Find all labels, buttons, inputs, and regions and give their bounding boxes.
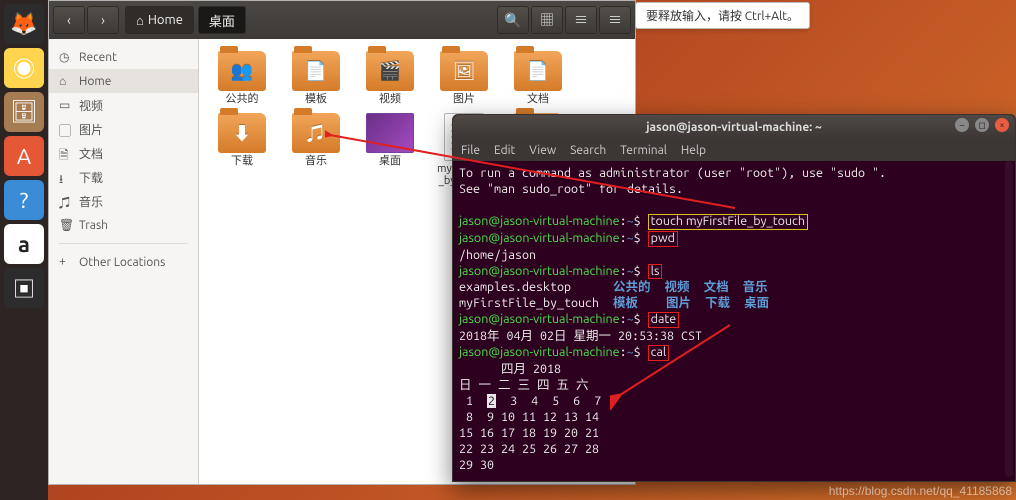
music-icon: ♫ [59,194,73,208]
nautilus-sidebar: ◷ Recent ⌂ Home ▭ 视频 ▢ 图片 🗎 文档 ⭳ 下载 ♫ 音乐 🗑 Trash… [49,39,199,484]
launcher-help-icon[interactable]: ? [4,180,44,220]
launcher-files-icon[interactable]: 🗄 [4,92,44,132]
sidebar-label: 视频 [79,97,103,114]
path-desktop[interactable]: 桌面 [198,6,246,34]
ime-tooltip-text: 要释放输入，请按 Ctrl+Alt。 [646,10,799,23]
sidebar-item-home[interactable]: ⌂ Home [49,69,198,93]
folder-icon: ♫ [292,113,340,153]
sidebar-label: 音乐 [79,193,103,210]
download-icon: ⭳ [59,170,73,184]
clock-icon: ◷ [59,50,73,64]
folder-icon: ⬇ [218,113,266,153]
file-item[interactable]: ♫ 音乐 [281,113,351,187]
terminal-titlebar[interactable]: jason@jason-virtual-machine: ~ – ◻ × [453,115,1015,139]
picture-icon: ▢ [59,122,73,136]
unity-launcher: 🦊 ◉ 🗄 A ? a ▣ [0,0,48,500]
path-home-label: Home [148,13,183,27]
folder-icon: 📄 [292,51,340,91]
menu-file[interactable]: File [461,144,480,157]
sidebar-item-other[interactable]: + Other Locations [49,250,198,274]
nautilus-toolbar: ‹ › ⌂ Home 桌面 🔍 ▦ ≡ ≡ [49,1,635,39]
close-button[interactable]: × [995,118,1009,132]
watermark: https://blog.csdn.net/qq_41185868 [829,484,1012,498]
sidebar-item-videos[interactable]: ▭ 视频 [49,93,198,117]
folder-icon: 🖼 [440,51,488,91]
terminal-menubar: File Edit View Search Terminal Help [453,139,1015,161]
sidebar-item-pictures[interactable]: ▢ 图片 [49,117,198,141]
menu-terminal[interactable]: Terminal [620,144,667,157]
view-grid-button[interactable]: ▦ [531,6,563,34]
file-item[interactable]: 桌面 [355,113,425,187]
file-item[interactable]: 🎬 视频 [355,51,425,105]
terminal-window: jason@jason-virtual-machine: ~ – ◻ × Fil… [452,114,1016,482]
sidebar-label: 图片 [79,121,103,138]
sidebar-label: 下载 [79,169,103,186]
sidebar-label: Recent [79,51,117,64]
file-item[interactable]: 📄 模板 [281,51,351,105]
menu-search[interactable]: Search [570,144,606,157]
sidebar-item-documents[interactable]: 🗎 文档 [49,141,198,165]
launcher-media-icon[interactable]: ◉ [4,48,44,88]
terminal-title: jason@jason-virtual-machine: ~ [646,121,822,134]
launcher-software-icon[interactable]: A [4,136,44,176]
file-label: 音乐 [305,155,327,167]
video-icon: ▭ [59,98,73,112]
document-icon: 🗎 [59,146,73,160]
sidebar-label: Other Locations [79,256,165,269]
file-item[interactable]: 👥 公共的 [207,51,277,105]
file-label: 文档 [527,93,549,105]
folder-icon: 📄 [514,51,562,91]
file-label: 公共的 [226,93,259,105]
terminal-body[interactable]: To run a command as administrator (user … [453,161,1015,481]
sidebar-label: Home [79,75,111,88]
trash-icon: 🗑 [59,218,73,232]
file-label: 下载 [231,155,253,167]
sidebar-item-downloads[interactable]: ⭳ 下载 [49,165,198,189]
file-item[interactable]: 🖼 图片 [429,51,499,105]
plus-icon: + [59,255,73,269]
view-list-button[interactable]: ≡ [565,6,597,34]
file-label: 桌面 [379,155,401,167]
sidebar-item-recent[interactable]: ◷ Recent [49,45,198,69]
folder-icon: 🎬 [366,51,414,91]
sidebar-item-trash[interactable]: 🗑 Trash [49,213,198,237]
home-icon: ⌂ [59,74,73,88]
menu-view[interactable]: View [529,144,556,157]
folder-icon: 👥 [218,51,266,91]
sidebar-item-music[interactable]: ♫ 音乐 [49,189,198,213]
back-button[interactable]: ‹ [53,6,85,34]
desktop-icon [366,113,414,153]
file-item[interactable]: ⬇ 下载 [207,113,277,187]
file-label: 视频 [379,93,401,105]
sidebar-label: Trash [79,219,108,232]
launcher-firefox-icon[interactable]: 🦊 [4,4,44,44]
menu-help[interactable]: Help [681,144,706,157]
minimize-button[interactable]: – [955,118,969,132]
launcher-terminal-icon[interactable]: ▣ [4,268,44,308]
path-home[interactable]: ⌂ Home [125,6,194,34]
sidebar-label: 文档 [79,145,103,162]
search-button[interactable]: 🔍 [497,6,529,34]
path-desktop-label: 桌面 [209,11,235,30]
file-label: 模板 [305,93,327,105]
file-label: 图片 [453,93,475,105]
breadcrumb: ⌂ Home 桌面 [125,6,246,34]
forward-button[interactable]: › [87,6,119,34]
hamburger-button[interactable]: ≡ [599,6,631,34]
file-item[interactable]: 📄 文档 [503,51,573,105]
launcher-amazon-icon[interactable]: a [4,224,44,264]
ime-tooltip: 要释放输入，请按 Ctrl+Alt。 [635,2,810,29]
maximize-button[interactable]: ◻ [975,118,989,132]
terminal-scrollbar[interactable] [1005,161,1013,477]
menu-edit[interactable]: Edit [494,144,515,157]
